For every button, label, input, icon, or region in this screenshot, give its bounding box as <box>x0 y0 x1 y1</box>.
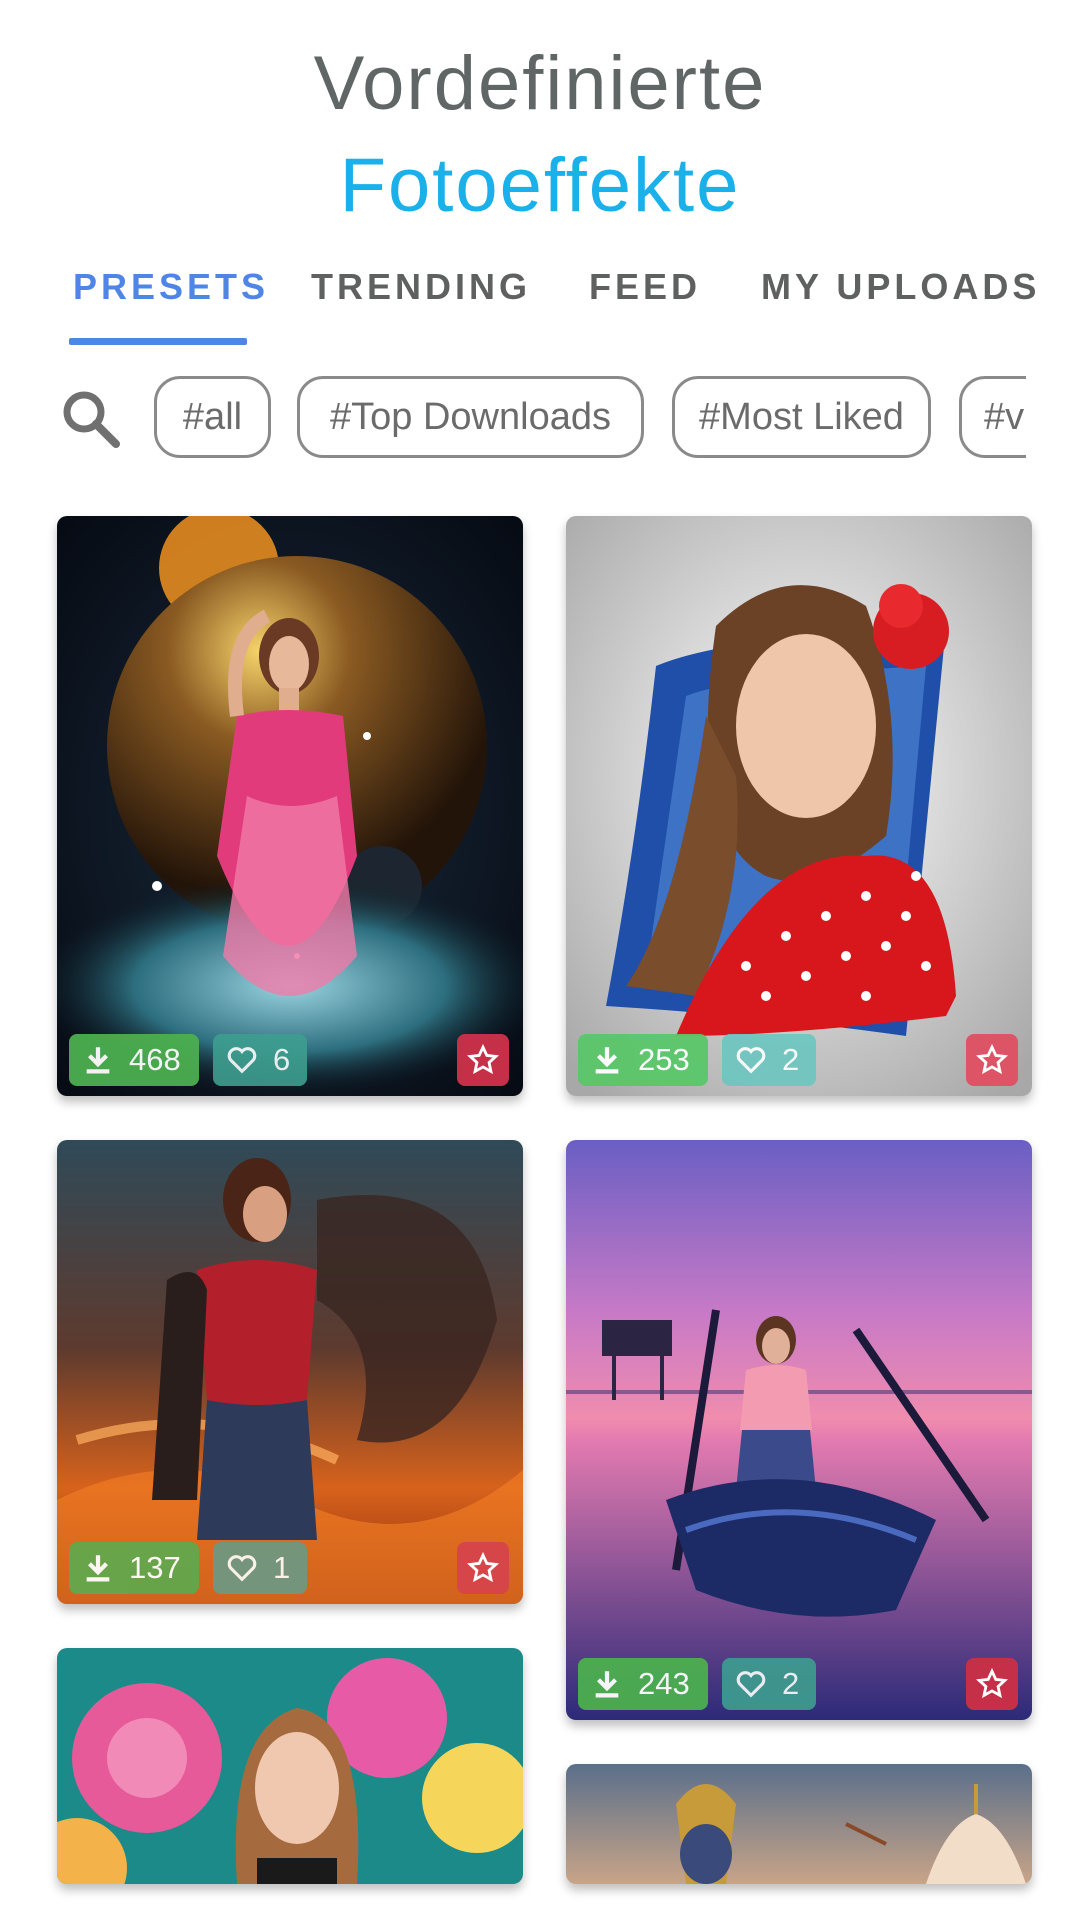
preset-card[interactable]: 243 2 <box>566 1140 1032 1720</box>
download-count: 468 <box>69 1034 199 1086</box>
like-count-value: 2 <box>782 1042 800 1077</box>
download-icon <box>595 1047 619 1074</box>
heart-icon <box>227 1047 257 1074</box>
like-count-value: 1 <box>273 1550 291 1585</box>
like-count-value: 6 <box>273 1042 291 1077</box>
like-count-value: 2 <box>782 1666 800 1701</box>
download-count: 243 <box>578 1658 708 1710</box>
page-title-line1: Vordefinierte <box>313 41 767 126</box>
preset-image <box>566 516 1032 1096</box>
tab-presets[interactable]: PRESETS <box>73 266 269 310</box>
preset-image <box>566 1140 1032 1720</box>
star-icon <box>466 1551 500 1583</box>
favorite-button[interactable] <box>966 1034 1018 1086</box>
preset-card[interactable] <box>57 1648 523 1884</box>
tab-feed[interactable]: FEED <box>589 266 701 310</box>
chip-most-liked[interactable]: #Most Liked <box>672 376 931 458</box>
heart-icon <box>736 1047 766 1074</box>
chip-all[interactable]: #all <box>154 376 271 458</box>
like-count[interactable]: 2 <box>722 1658 816 1710</box>
like-count[interactable]: 1 <box>213 1542 307 1594</box>
download-count: 137 <box>69 1542 199 1594</box>
download-icon <box>595 1671 619 1698</box>
tab-trending[interactable]: TRENDING <box>311 266 531 310</box>
heart-icon <box>227 1555 257 1582</box>
preset-image <box>566 1764 1032 1884</box>
tab-my-uploads[interactable]: MY UPLOADS <box>761 266 1040 310</box>
preset-image <box>57 1648 523 1884</box>
favorite-button[interactable] <box>457 1034 509 1086</box>
filter-chip-row[interactable]: #all #Top Downloads #Most Liked #v <box>154 374 1026 460</box>
preset-card[interactable]: 468 6 <box>57 516 523 1096</box>
like-count[interactable]: 6 <box>213 1034 307 1086</box>
favorite-button[interactable] <box>966 1658 1018 1710</box>
star-icon <box>975 1667 1009 1699</box>
search-icon[interactable] <box>58 386 122 450</box>
presets-screen: Vordefinierte Fotoeffekte PRESETS TRENDI… <box>0 0 1080 1920</box>
favorite-button[interactable] <box>457 1542 509 1594</box>
star-icon <box>466 1043 500 1075</box>
preset-card[interactable] <box>566 1764 1032 1884</box>
chip-partial[interactable]: #v <box>959 376 1026 458</box>
active-tab-indicator <box>69 338 247 345</box>
preset-image <box>57 516 523 1096</box>
download-count-value: 253 <box>638 1042 690 1077</box>
download-icon <box>86 1047 110 1074</box>
download-count: 253 <box>578 1034 708 1086</box>
chip-top-downloads[interactable]: #Top Downloads <box>297 376 644 458</box>
star-icon <box>975 1043 1009 1075</box>
preset-card[interactable]: 253 2 <box>566 516 1032 1096</box>
download-icon <box>86 1555 110 1582</box>
like-count[interactable]: 2 <box>722 1034 816 1086</box>
heart-icon <box>736 1671 766 1698</box>
download-count-value: 468 <box>129 1042 181 1077</box>
page-title-line2: Fotoeffekte <box>339 143 741 228</box>
preset-card[interactable]: 137 1 <box>57 1140 523 1604</box>
download-count-value: 243 <box>638 1666 690 1701</box>
preset-image <box>57 1140 523 1604</box>
download-count-value: 137 <box>129 1550 181 1585</box>
